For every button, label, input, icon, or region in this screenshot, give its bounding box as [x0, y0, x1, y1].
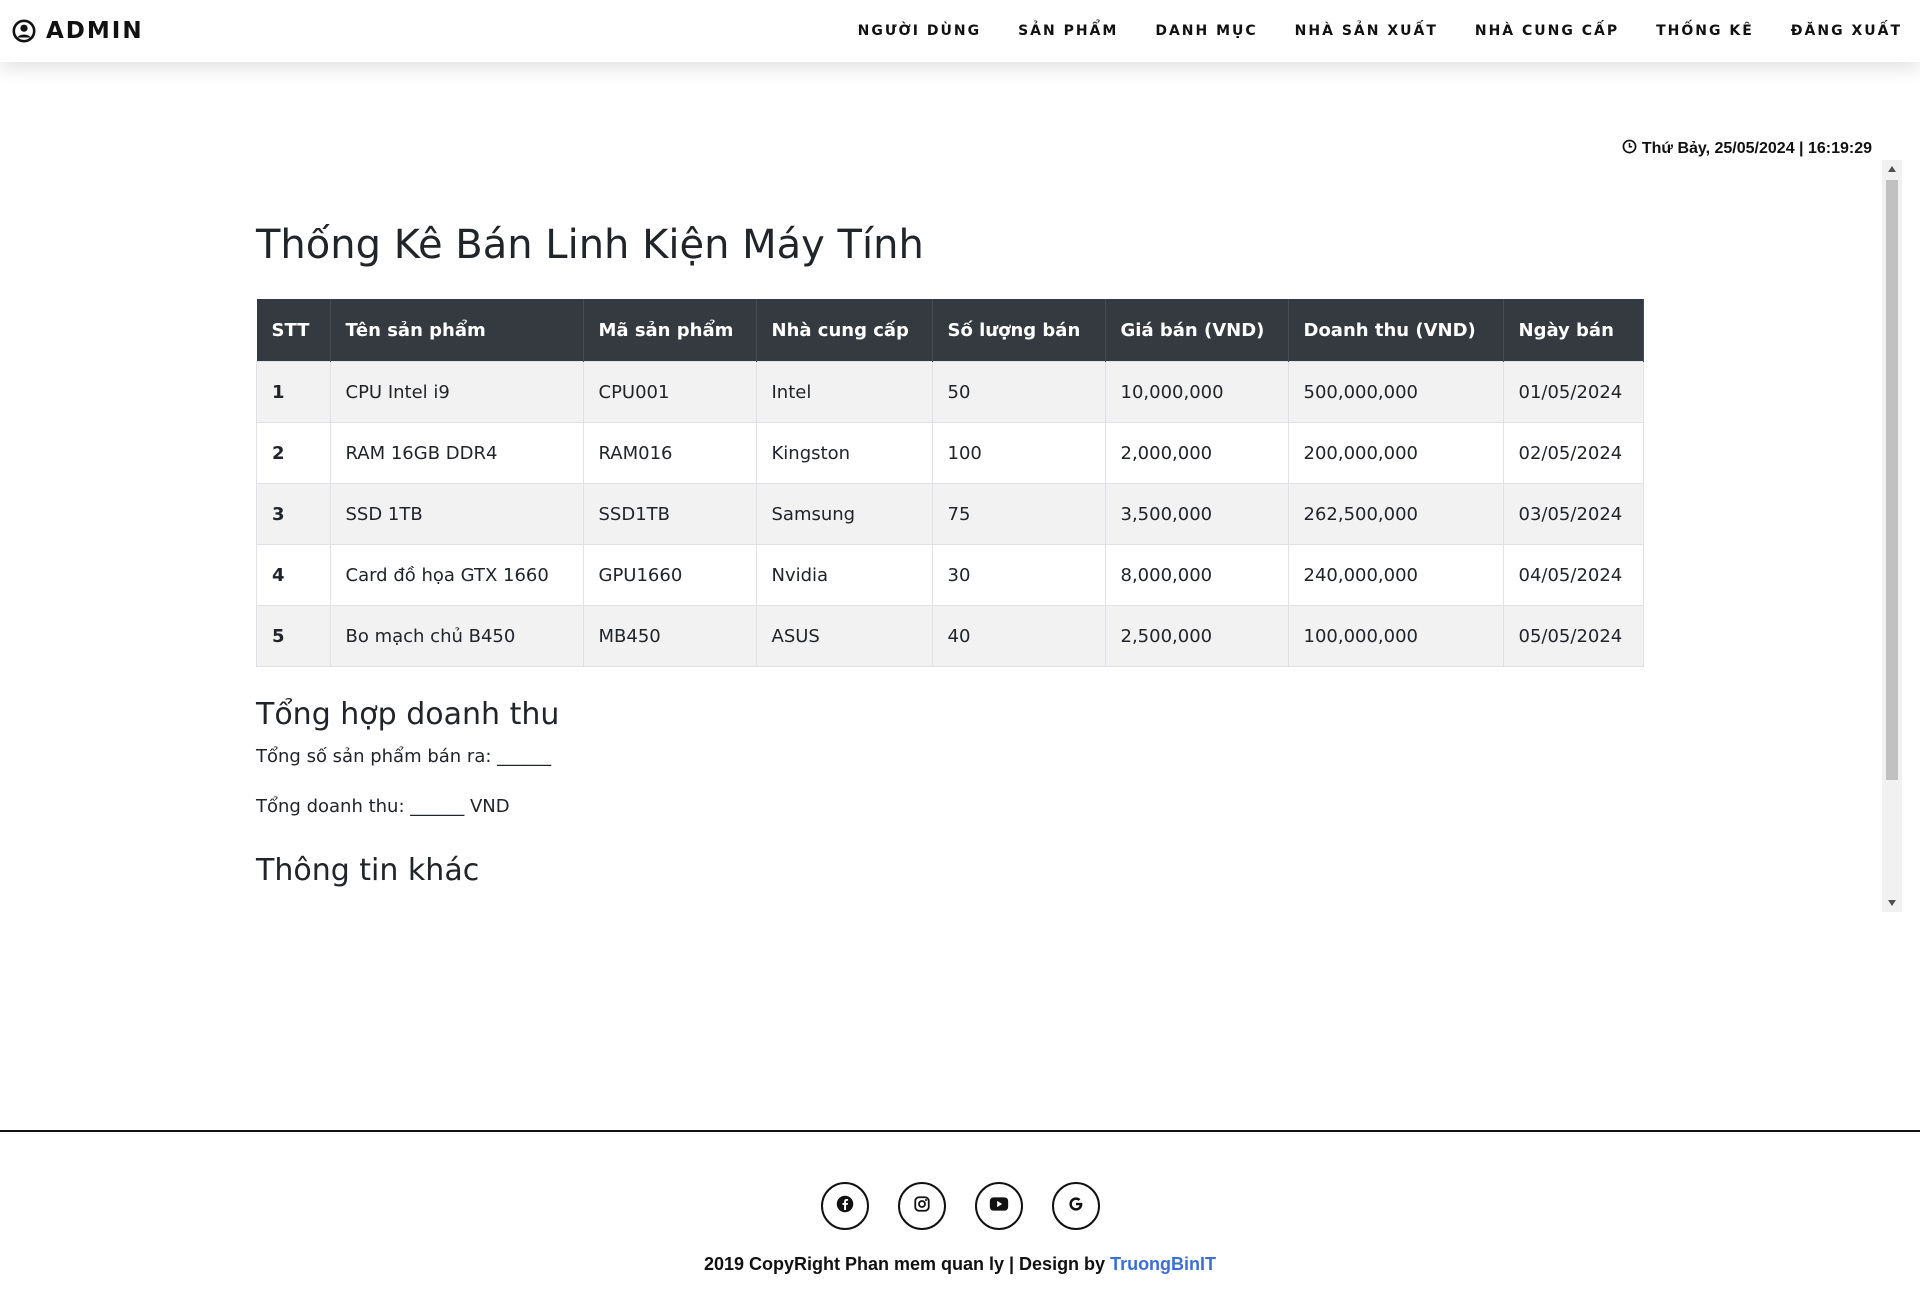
table-row: 3 SSD 1TB SSD1TB Samsung 75 3,500,000 26… [256, 483, 1644, 545]
scrollbar-thumb[interactable] [1886, 180, 1898, 780]
nav-item-users[interactable]: NGƯỜI DÙNG [858, 23, 981, 39]
scroll-up-arrow-icon[interactable] [1882, 160, 1902, 178]
top-navbar: ADMIN NGƯỜI DÙNG SẢN PHẨM DANH MỤC NHÀ S… [0, 0, 1920, 62]
brand[interactable]: ADMIN [12, 0, 144, 62]
cell-stt: 4 [256, 544, 331, 606]
sales-table: STT Tên sản phẩm Mã sản phẩm Nhà cung cấ… [256, 299, 1644, 667]
cell-product-name: RAM 16GB DDR4 [329, 422, 584, 484]
col-header-price: Giá bán (VND) [1105, 299, 1289, 362]
cell-supplier: Intel [755, 361, 933, 423]
cell-quantity: 100 [931, 422, 1106, 484]
current-datetime: Thứ Bảy, 25/05/2024 | 16:19:29 [1622, 139, 1872, 159]
cell-product-name: CPU Intel i9 [329, 361, 584, 423]
cell-product-code: RAM016 [582, 422, 757, 484]
instagram-icon [913, 1195, 931, 1217]
table-row: 4 Card đồ họa GTX 1660 GPU1660 Nvidia 30… [256, 544, 1644, 606]
nav-item-categories[interactable]: DANH MỤC [1155, 23, 1257, 39]
brand-title: ADMIN [46, 18, 144, 44]
scroll-down-arrow-icon[interactable] [1882, 894, 1902, 912]
youtube-link[interactable] [974, 1182, 1023, 1230]
col-header-quantity: Số lượng bán [932, 299, 1106, 362]
cell-supplier: ASUS [755, 605, 933, 667]
main-nav: NGƯỜI DÙNG SẢN PHẨM DANH MỤC NHÀ SẢN XUẤ… [858, 0, 1902, 62]
content-scrollbar[interactable] [1882, 160, 1902, 912]
copyright-text: 2019 CopyRight Phan mem quan ly | Design… [703, 1254, 1111, 1274]
cell-stt: 3 [256, 483, 331, 545]
table-row: 1 CPU Intel i9 CPU001 Intel 50 10,000,00… [256, 361, 1644, 423]
cell-product-name: SSD 1TB [329, 483, 584, 545]
page-title: Thống Kê Bán Linh Kiện Máy Tính [256, 222, 924, 268]
table-header-row: STT Tên sản phẩm Mã sản phẩm Nhà cung cấ… [256, 299, 1644, 362]
clock-icon [1622, 139, 1637, 159]
google-icon [1067, 1195, 1085, 1217]
cell-product-name: Bo mạch chủ B450 [329, 605, 584, 667]
nav-item-statistics[interactable]: THỐNG KÊ [1656, 23, 1754, 39]
cell-revenue: 200,000,000 [1287, 422, 1504, 484]
cell-supplier: Kingston [755, 422, 933, 484]
cell-stt: 1 [256, 361, 331, 423]
cell-supplier: Samsung [755, 483, 933, 545]
col-header-product-name: Tên sản phẩm [330, 299, 584, 362]
datetime-text: Thứ Bảy, 25/05/2024 | 16:19:29 [1641, 140, 1872, 157]
cell-quantity: 30 [931, 544, 1106, 606]
cell-sale-date: 03/05/2024 [1502, 483, 1644, 545]
content-panel[interactable]: Thống Kê Bán Linh Kiện Máy Tính STT Tên … [0, 160, 1902, 912]
youtube-icon [989, 1196, 1009, 1216]
cell-revenue: 500,000,000 [1287, 361, 1504, 423]
cell-stt: 5 [256, 605, 331, 667]
cell-revenue: 100,000,000 [1287, 605, 1504, 667]
cell-sale-date: 04/05/2024 [1502, 544, 1644, 606]
col-header-product-code: Mã sản phẩm [583, 299, 757, 362]
cell-quantity: 50 [931, 361, 1106, 423]
footer-divider [0, 1130, 1920, 1132]
cell-product-code: CPU001 [582, 361, 757, 423]
other-info-section-title: Thông tin khác [256, 853, 480, 888]
table-row: 2 RAM 16GB DDR4 RAM016 Kingston 100 2,00… [256, 422, 1644, 484]
google-link[interactable] [1051, 1182, 1100, 1230]
cell-price: 10,000,000 [1104, 361, 1289, 423]
total-products-text: Tổng số sản phẩm bán ra: ______ [256, 746, 552, 767]
nav-item-products[interactable]: SẢN PHẨM [1018, 23, 1118, 39]
cell-sale-date: 02/05/2024 [1502, 422, 1644, 484]
col-header-stt: STT [256, 299, 331, 362]
cell-price: 2,000,000 [1104, 422, 1289, 484]
cell-price: 8,000,000 [1104, 544, 1289, 606]
cell-revenue: 240,000,000 [1287, 544, 1504, 606]
nav-item-suppliers[interactable]: NHÀ CUNG CẤP [1475, 23, 1619, 39]
summary-section-title: Tổng hợp doanh thu [256, 697, 560, 732]
facebook-link[interactable] [820, 1182, 869, 1230]
cell-stt: 2 [256, 422, 331, 484]
instagram-link[interactable] [897, 1182, 946, 1230]
cell-supplier: Nvidia [755, 544, 933, 606]
total-revenue-text: Tổng doanh thu: ______ VND [256, 796, 510, 817]
cell-sale-date: 05/05/2024 [1502, 605, 1644, 667]
col-header-supplier: Nhà cung cấp [756, 299, 933, 362]
cell-sale-date: 01/05/2024 [1502, 361, 1644, 423]
cell-quantity: 75 [931, 483, 1106, 545]
user-circle-icon [12, 19, 36, 43]
col-header-sale-date: Ngày bán [1503, 299, 1644, 362]
cell-revenue: 262,500,000 [1287, 483, 1504, 545]
cell-price: 2,500,000 [1104, 605, 1289, 667]
cell-price: 3,500,000 [1104, 483, 1289, 545]
nav-item-logout[interactable]: ĐĂNG XUẤT [1791, 23, 1902, 39]
table-row: 5 Bo mạch chủ B450 MB450 ASUS 40 2,500,0… [256, 605, 1644, 667]
cell-product-code: SSD1TB [582, 483, 757, 545]
col-header-revenue: Doanh thu (VND) [1288, 299, 1504, 362]
cell-quantity: 40 [931, 605, 1106, 667]
cell-product-code: GPU1660 [582, 544, 757, 606]
nav-item-manufacturers[interactable]: NHÀ SẢN XUẤT [1295, 23, 1438, 39]
copyright: 2019 CopyRight Phan mem quan ly | Design… [0, 1254, 1920, 1275]
cell-product-name: Card đồ họa GTX 1660 [329, 544, 584, 606]
author-link[interactable]: TruongBinIT [1110, 1254, 1216, 1274]
facebook-icon [836, 1195, 854, 1217]
cell-product-code: MB450 [582, 605, 757, 667]
social-links [0, 1182, 1920, 1230]
